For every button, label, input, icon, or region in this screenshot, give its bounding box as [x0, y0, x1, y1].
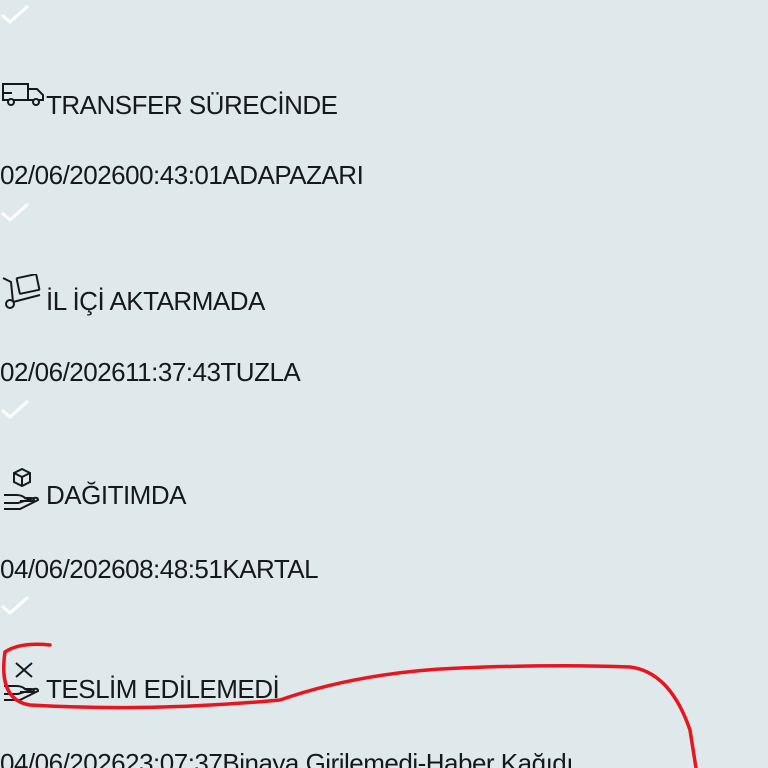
event-location: Binaya Girilemedi-Haber Kağıdı [222, 748, 573, 768]
event-time: 23:07:37 [125, 748, 223, 768]
event-location: TUZLA [220, 357, 301, 387]
tracking-event-status: DAĞITIMDA [0, 468, 186, 510]
event-date: 04/06/2026 [0, 748, 126, 768]
tracking-event-detail: 04/06/202608:48:51KARTAL [0, 554, 319, 584]
status-label: TESLİM EDİLEMEDİ [46, 674, 280, 704]
hand-truck-icon [0, 274, 46, 314]
tracking-event-detail: 04/06/202623:07:37Binaya Girilemedi-Habe… [0, 748, 573, 768]
event-time: 08:48:51 [125, 554, 223, 584]
event-date: 02/06/2026 [0, 357, 126, 387]
check-icon [1, 399, 29, 419]
status-label: TRANSFER SÜRECİNDE [46, 90, 338, 120]
check-icon [1, 595, 29, 615]
check-icon [1, 4, 29, 24]
package-hand-icon [0, 468, 46, 510]
tracking-event-detail: 02/06/202600:43:01ADAPAZARI [0, 160, 364, 190]
event-location: KARTAL [222, 554, 319, 584]
status-label: DAĞITIMDA [46, 480, 186, 510]
event-location: ADAPAZARI [222, 160, 364, 190]
tracking-event-status: TRANSFER SÜRECİNDE [0, 78, 338, 120]
event-date: 02/06/2026 [0, 160, 126, 190]
truck-icon [0, 78, 46, 118]
check-icon [1, 202, 29, 222]
event-time: 00:43:01 [125, 160, 223, 190]
undelivered-hand-icon [0, 662, 46, 702]
event-time: 11:37:43 [125, 357, 221, 387]
tracking-event-detail: 02/06/202611:37:43TUZLA [0, 357, 301, 387]
status-label: İL İÇİ AKTARMADA [46, 286, 265, 316]
tracking-event-status: TESLİM EDİLEMEDİ [0, 662, 280, 704]
tracking-history: TRANSFER SÜRECİNDE 02/06/202600:43:01ADA… [0, 0, 768, 768]
tracking-event-status: İL İÇİ AKTARMADA [0, 274, 265, 314]
event-date: 04/06/2026 [0, 554, 126, 584]
